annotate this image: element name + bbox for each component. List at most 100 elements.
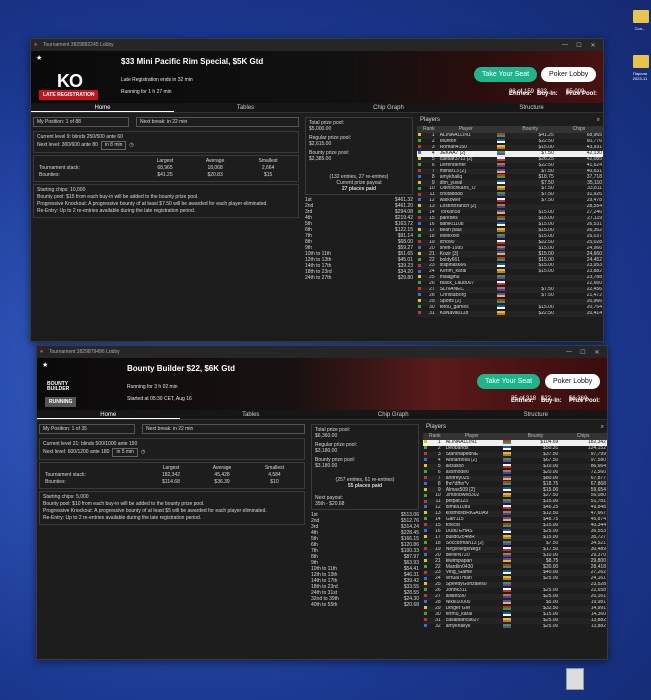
status-dot-icon <box>424 617 427 621</box>
status-dot-icon <box>418 168 421 172</box>
close-icon[interactable]: ✕ <box>590 349 604 356</box>
status-dot-icon <box>424 493 427 497</box>
country-flag-icon <box>496 233 505 238</box>
bounty-label: Bounties: <box>45 479 66 485</box>
country-flag-icon <box>502 570 511 575</box>
header-rank[interactable]: Rank <box>428 433 442 440</box>
player-row[interactable]: 32 amykhaliyk $25.00 13,882 <box>423 623 607 630</box>
titlebar[interactable]: ♠ Tournament 3829879496 Lobby — ☐ ✕ <box>37 346 607 358</box>
desktop-icon-label: Пароли 2023-11 <box>632 71 648 81</box>
tab-chip-graph[interactable]: Chip Graph <box>322 410 465 419</box>
country-flag-icon <box>502 617 511 622</box>
status-dot-icon <box>418 245 421 249</box>
players-panel: Players ⌕ Rank Player Bounty Chips 1 ALINAALLI… <box>423 422 607 659</box>
country-flag-icon <box>502 558 511 563</box>
tab-structure[interactable]: Structure <box>460 103 603 112</box>
players-title: Players <box>420 117 441 123</box>
maximize-icon[interactable]: ☐ <box>572 42 586 49</box>
running-time: Running for 3 h 02 min <box>127 384 178 390</box>
entries-value: 88 of 159 <box>509 89 535 95</box>
prize-row: 40th to 55th $20.68 <box>309 602 421 608</box>
country-flag-icon <box>496 204 505 209</box>
next-level-time: in 8 min <box>100 141 127 150</box>
favorite-star-icon[interactable]: ★ <box>42 361 48 369</box>
stack-value: 45,428 <box>214 472 230 478</box>
status-dot-icon <box>418 234 421 237</box>
country-flag-icon <box>502 440 511 444</box>
country-flag-icon <box>502 605 511 610</box>
poker-lobby-button[interactable]: Poker Lobby <box>545 374 601 389</box>
status-dot-icon <box>424 535 427 539</box>
prize-panel: Total prize pool: $6,360.00 Regular priz… <box>309 422 421 659</box>
tab-home[interactable]: Home <box>31 103 174 112</box>
header-rank[interactable]: Rank <box>422 126 436 133</box>
bounty-value: $36.39 <box>214 479 230 485</box>
tournament-info: Starting chips: 5,000 Bounty pool: $10 f… <box>39 491 305 525</box>
country-flag-icon <box>496 186 505 191</box>
search-icon[interactable]: ⌕ <box>601 424 604 431</box>
player-row[interactable]: 31 KaNava0118 $22.50 20,414 <box>417 310 603 317</box>
tab-chip-graph[interactable]: Chip Graph <box>317 103 460 112</box>
take-seat-button[interactable]: Take Your Seat <box>474 67 538 82</box>
country-flag-icon <box>496 138 505 143</box>
stack-value: 4,584 <box>268 472 281 478</box>
country-flag-icon <box>496 292 505 297</box>
take-seat-button[interactable]: Take Your Seat <box>477 374 541 389</box>
minimize-icon[interactable]: — <box>562 349 576 355</box>
status-dot-icon <box>418 216 421 220</box>
clock-icon: ◷ <box>140 449 146 455</box>
status-dot-icon <box>418 293 421 297</box>
country-flag-icon <box>502 457 511 462</box>
minimize-icon[interactable]: — <box>558 42 572 48</box>
maximize-icon[interactable]: ☐ <box>576 349 590 356</box>
prize-panel: Total prize pool: $5,000.00 Regular priz… <box>303 115 415 341</box>
tab-tables[interactable]: Tables <box>174 103 317 112</box>
country-flag-icon <box>502 463 511 468</box>
country-flag-icon <box>496 174 505 179</box>
folder-icon[interactable] <box>633 55 649 68</box>
stack-header: Smallest <box>258 158 278 164</box>
status-dot-icon <box>418 251 421 255</box>
status-dot-icon <box>418 145 421 149</box>
stack-label: Tournament stack: <box>39 165 80 171</box>
player-name: amykhaliyk <box>445 623 471 629</box>
country-flag-icon <box>496 215 505 220</box>
country-flag-icon <box>496 310 505 315</box>
header-chips[interactable]: Chips <box>555 126 603 133</box>
clock-icon: ◷ <box>129 142 134 148</box>
header-player[interactable]: Player <box>436 126 496 133</box>
tab-home[interactable]: Home <box>37 410 180 419</box>
country-flag-icon <box>502 511 511 516</box>
tab-structure[interactable]: Structure <box>465 410 608 419</box>
status-dot-icon <box>424 600 427 604</box>
file-icon[interactable] <box>566 668 584 690</box>
stack-value: 182,342 <box>161 472 181 478</box>
header-bounty[interactable]: Bounty <box>506 126 555 133</box>
header-player[interactable]: Player <box>442 433 502 440</box>
stack-header: Average <box>212 465 232 471</box>
status-dot-icon <box>424 446 427 450</box>
player-name: KaNava0118 <box>439 310 469 316</box>
status-dot-icon <box>418 162 421 166</box>
poker-lobby-button[interactable]: Poker Lobby <box>541 67 597 82</box>
status-dot-icon <box>418 299 421 303</box>
player-rank: 32 <box>435 623 441 629</box>
header-spacer <box>496 126 506 133</box>
close-icon[interactable]: ✕ <box>586 42 600 49</box>
country-flag-icon <box>502 505 511 510</box>
header-chips[interactable]: Chips <box>559 433 607 440</box>
status-dot-icon <box>424 529 427 533</box>
tab-tables[interactable]: Tables <box>180 410 323 419</box>
country-flag-icon <box>502 528 511 533</box>
country-flag-icon <box>496 281 505 286</box>
header-bounty[interactable]: Bounty <box>512 433 560 440</box>
stack-header <box>43 465 146 472</box>
bounty-value: $41.25 <box>157 172 173 178</box>
search-icon[interactable]: ⌕ <box>597 117 600 124</box>
titlebar[interactable]: ♠ Tournament 3829882245 Lobby — ☐ ✕ <box>31 39 603 51</box>
player-chips: 13,882 <box>590 623 606 629</box>
status-dot-icon <box>418 305 421 309</box>
country-flag-icon <box>496 144 505 149</box>
folder-icon[interactable] <box>633 10 649 23</box>
stack-header: Largest <box>162 465 180 471</box>
